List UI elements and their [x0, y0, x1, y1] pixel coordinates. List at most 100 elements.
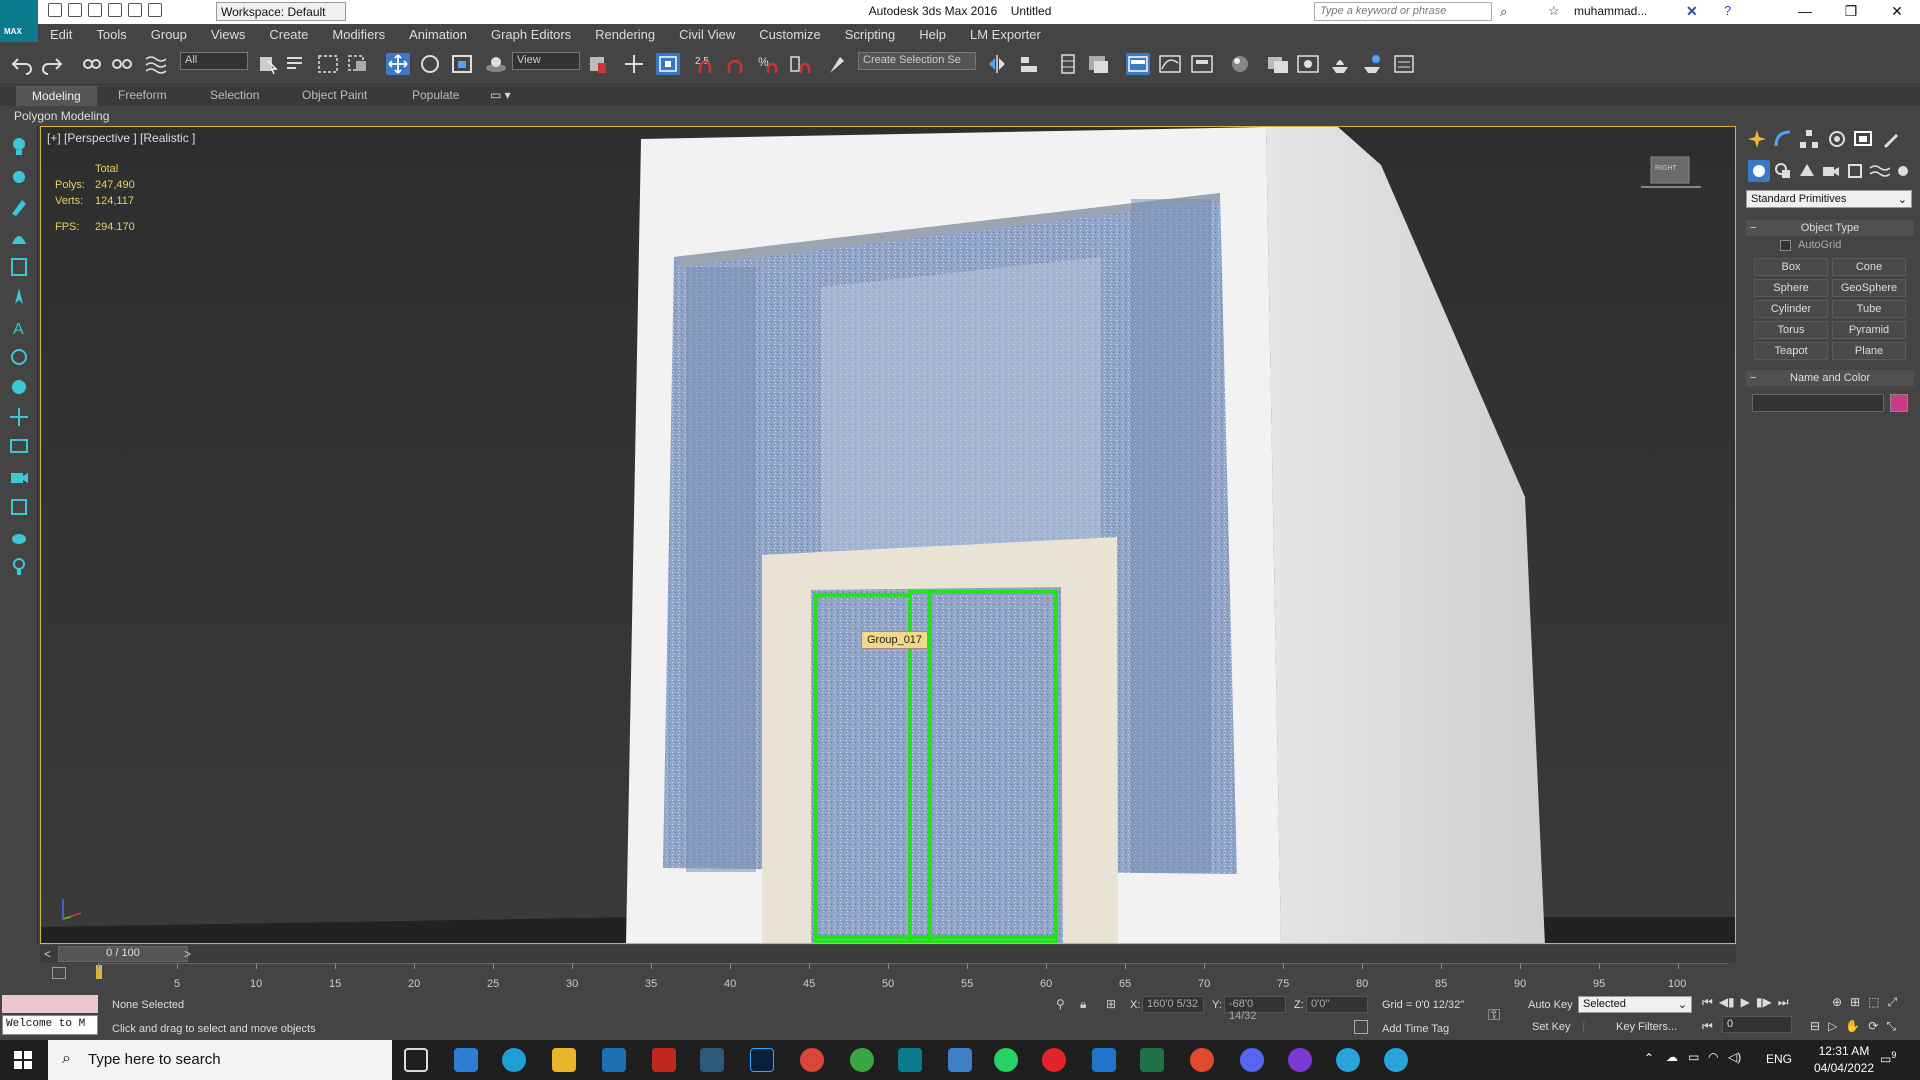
battery-icon[interactable]: ▭: [1688, 1050, 1699, 1064]
menu-edit[interactable]: Edit: [38, 27, 84, 42]
camera-icon[interactable]: [8, 466, 30, 488]
excel-icon[interactable]: [1140, 1048, 1164, 1072]
ribbon-options-icon[interactable]: ▭ ▾: [490, 88, 511, 102]
menu-help[interactable]: Help: [907, 27, 958, 42]
select-scale-icon[interactable]: [450, 53, 474, 75]
time-slider-next[interactable]: >: [184, 947, 191, 961]
create-tab-icon[interactable]: [1746, 128, 1768, 150]
material-editor-icon[interactable]: [1228, 53, 1252, 75]
menu-customize[interactable]: Customize: [747, 27, 832, 42]
menu-civil-view[interactable]: Civil View: [667, 27, 747, 42]
lights-icon[interactable]: [1796, 160, 1818, 182]
current-frame-field[interactable]: 0: [1722, 1016, 1792, 1033]
object-type-rollout[interactable]: − Object Type: [1746, 220, 1914, 236]
layer-manager-icon[interactable]: [1056, 53, 1080, 75]
isolate-selection-icon[interactable]: ⚲: [1056, 997, 1065, 1011]
time-slider-thumb[interactable]: 0 / 100: [58, 946, 188, 962]
select-move-icon[interactable]: [386, 53, 410, 75]
menu-rendering[interactable]: Rendering: [583, 27, 667, 42]
render-production-icon[interactable]: [1328, 53, 1352, 75]
current-frame-marker[interactable]: [96, 965, 102, 979]
viewport-label[interactable]: [+] [Perspective ] [Realistic ]: [47, 131, 195, 145]
key-mode-toggle-icon[interactable]: ⏮: [1702, 1019, 1713, 1034]
walk-through-icon[interactable]: ⤡: [1886, 1019, 1896, 1034]
tab-populate[interactable]: Populate: [412, 88, 459, 102]
time-config-icon[interactable]: ⊟: [1810, 1019, 1820, 1034]
reference-coordinate-dropdown[interactable]: View: [512, 52, 580, 70]
help-icon[interactable]: ?: [1724, 3, 1731, 18]
menu-create[interactable]: Create: [257, 27, 320, 42]
3ds-max-taskbar-icon[interactable]: [898, 1048, 922, 1072]
display-icon[interactable]: [8, 436, 30, 458]
unlink-icon[interactable]: [110, 53, 134, 75]
display-tab-icon[interactable]: [1852, 128, 1874, 150]
pivot-center-icon[interactable]: [586, 53, 610, 75]
geosphere-button[interactable]: GeoSphere: [1832, 279, 1906, 297]
autogrid-checkbox[interactable]: [1780, 240, 1791, 251]
telegram-icon[interactable]: [1336, 1048, 1360, 1072]
onedrive-icon[interactable]: ☁: [1666, 1050, 1678, 1064]
zoom-extents-icon[interactable]: ⬚: [1868, 995, 1879, 1010]
pan-icon[interactable]: ✋: [1845, 1019, 1860, 1034]
star-icon[interactable]: ☆: [1548, 3, 1560, 19]
menu-scripting[interactable]: Scripting: [833, 27, 908, 42]
tube-button[interactable]: Tube: [1832, 300, 1906, 318]
redo-icon[interactable]: [40, 53, 64, 75]
menu-animation[interactable]: Animation: [397, 27, 479, 42]
render-in-cloud-icon[interactable]: [1392, 53, 1416, 75]
keyboard-shortcut-override-icon[interactable]: [656, 53, 680, 75]
user-account[interactable]: muhammad...: [1574, 4, 1647, 18]
time-tag-icon[interactable]: [1354, 1020, 1368, 1034]
windows-start-icon[interactable]: [14, 1051, 32, 1072]
teapot-icon[interactable]: [8, 526, 30, 548]
schematic-view-icon[interactable]: [1190, 53, 1214, 75]
helpers-icon[interactable]: [1844, 160, 1866, 182]
named-selection-dropdown[interactable]: Create Selection Se: [858, 52, 976, 70]
menu-graph-editors[interactable]: Graph Editors: [479, 27, 583, 42]
undo-icon[interactable]: [10, 53, 34, 75]
edit-named-selection-icon[interactable]: [826, 53, 850, 75]
box-button[interactable]: Box: [1754, 258, 1828, 276]
globe-icon[interactable]: [8, 376, 30, 398]
modify-tab-icon[interactable]: [1772, 128, 1794, 150]
network-app-icon[interactable]: [700, 1048, 724, 1072]
teapot-button[interactable]: Teapot: [1754, 342, 1828, 360]
bulb-outline-icon[interactable]: [8, 556, 30, 578]
tab-modeling[interactable]: Modeling: [16, 86, 97, 106]
edge-browser-icon[interactable]: [502, 1048, 526, 1072]
spinner-snap-icon[interactable]: [788, 53, 812, 75]
taskbar-search-input[interactable]: Type here to search: [48, 1040, 392, 1080]
track-bar[interactable]: 5 10 15 20 25 30 35 40 45 50 55 60 65 70…: [40, 963, 1736, 993]
time-slider-prev[interactable]: <: [44, 947, 51, 961]
y-coordinate-field[interactable]: -68'0 14/32: [1224, 996, 1286, 1022]
scene-explorer-icon[interactable]: [1086, 53, 1110, 75]
language-indicator[interactable]: ENG: [1766, 1052, 1792, 1066]
book-icon[interactable]: [8, 256, 30, 278]
discord-icon[interactable]: [1240, 1048, 1264, 1072]
render-setup-icon[interactable]: [1266, 53, 1290, 75]
brush-icon[interactable]: [8, 196, 30, 218]
play-icon[interactable]: ▶: [1741, 995, 1750, 1010]
key-tangent-icon[interactable]: ∫: [1582, 1019, 1585, 1033]
x-coordinate-field[interactable]: 160'0 5/32: [1142, 996, 1204, 1013]
layers-icon[interactable]: [8, 496, 30, 518]
z-coordinate-field[interactable]: 0'0": [1306, 996, 1368, 1013]
perspective-viewport[interactable]: [+] [Perspective ] [Realistic ] Total Po…: [40, 126, 1736, 944]
plane-button[interactable]: Plane: [1832, 342, 1906, 360]
set-key-mode-icon[interactable]: ⚿: [1488, 1007, 1500, 1025]
notepad-icon[interactable]: [948, 1048, 972, 1072]
paint-icon[interactable]: [8, 226, 30, 248]
menu-modifiers[interactable]: Modifiers: [320, 27, 397, 42]
calculator-icon[interactable]: [454, 1048, 478, 1072]
zoom-all-icon[interactable]: ⊞: [1850, 995, 1860, 1010]
zoom-icon[interactable]: ⊕: [1832, 995, 1842, 1010]
key-filters-button[interactable]: Key Filters...: [1616, 1021, 1677, 1033]
mini-curve-editor-icon[interactable]: [52, 967, 66, 979]
motion-tab-icon[interactable]: [1826, 128, 1848, 150]
app-logo[interactable]: MAX: [0, 0, 38, 42]
torus-button[interactable]: Torus: [1754, 321, 1828, 339]
todo-icon[interactable]: [1092, 1048, 1116, 1072]
menu-group[interactable]: Group: [139, 27, 199, 42]
go-to-start-icon[interactable]: ⏮: [1702, 995, 1713, 1010]
set-key-button[interactable]: Set Key: [1532, 1021, 1571, 1033]
